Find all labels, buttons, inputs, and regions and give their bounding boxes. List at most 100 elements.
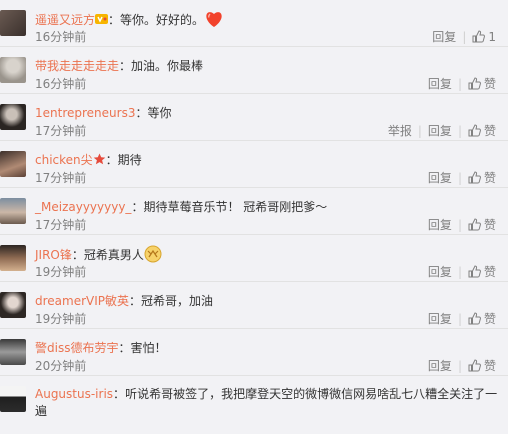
- avatar[interactable]: [0, 198, 26, 224]
- like-label: 赞: [483, 265, 496, 279]
- thumbs-up-icon: [468, 218, 481, 231]
- comment-username[interactable]: 遥遥又远方: [35, 13, 95, 27]
- like-button[interactable]: 1: [466, 30, 502, 44]
- avatar[interactable]: [0, 10, 26, 36]
- comment-actions: 回复 | 赞: [422, 357, 502, 374]
- comment-time: 16分钟前: [35, 30, 87, 44]
- comment-item: 警diss德布劳宇：害怕！ 20分钟前 回复 | 赞: [0, 329, 508, 376]
- comment-username[interactable]: _Meizayyyyyyy_: [35, 200, 131, 214]
- like-label: 赞: [483, 171, 496, 185]
- comment-sep: ：: [118, 341, 131, 355]
- like-button[interactable]: 赞: [462, 310, 502, 327]
- comment-line: chicken尖 ：期待: [35, 151, 500, 168]
- comment-line: 1entrepreneurs3：等你: [35, 104, 500, 121]
- comment-text: 等你。好好的。: [120, 13, 205, 27]
- like-label: 赞: [483, 77, 496, 91]
- like-button[interactable]: 赞: [462, 75, 502, 92]
- comment-line: 带我走走走走走：加油。你最棒: [35, 57, 500, 74]
- comment-item: Augustus-iris：听说希哥被签了，我把摩登天空的微博微信网易啥乱七八糟…: [0, 376, 508, 434]
- comment-actions: 回复 | 赞: [422, 263, 502, 280]
- reply-button[interactable]: 回复: [422, 216, 458, 233]
- comment-text: 加油。你最棒: [131, 59, 204, 73]
- thumbs-up-icon: [472, 30, 486, 43]
- like-button[interactable]: 赞: [462, 216, 502, 233]
- avatar[interactable]: [0, 339, 26, 365]
- comment-username[interactable]: 1entrepreneurs3: [35, 106, 135, 120]
- comment-text: 冠希哥，加油: [141, 294, 214, 308]
- reply-button[interactable]: 回复: [426, 28, 462, 45]
- comment-time: 16分钟前: [35, 77, 87, 91]
- comment-username[interactable]: dreamerVIP敏英: [35, 294, 129, 308]
- thumbs-up-icon: [468, 265, 481, 278]
- heart-emoji-icon: [204, 10, 224, 31]
- comment-username[interactable]: JIRO锋: [35, 248, 72, 262]
- avatar[interactable]: [0, 151, 26, 177]
- reply-button[interactable]: 回复: [422, 310, 458, 327]
- vip-badge-icon: [95, 13, 109, 28]
- comment-actions: 回复 | 赞: [422, 310, 502, 327]
- comment-time: 20分钟前: [35, 359, 87, 373]
- reply-button[interactable]: 回复: [422, 122, 458, 139]
- like-count: 1: [488, 29, 496, 44]
- like-button[interactable]: 赞: [462, 357, 502, 374]
- thumbs-up-icon: [468, 77, 481, 90]
- comment-actions: 回复 | 赞: [422, 75, 502, 92]
- comment-sep: ：: [71, 248, 84, 262]
- comment-item: _Meizayyyyyyy_：期待草莓音乐节！ 冠希哥刚把爹～ 17分钟前 回复…: [0, 188, 508, 235]
- reply-button[interactable]: 回复: [422, 263, 458, 280]
- comment-line: Augustus-iris：听说希哥被签了，我把摩登天空的微博微信网易啥乱七八糟…: [35, 386, 500, 420]
- comment-sep: ：: [129, 294, 142, 308]
- thumbs-up-icon: [468, 124, 481, 137]
- comment-item: JIRO锋：冠希真男人 19分钟前 回复 | 赞: [0, 235, 508, 282]
- comment-time: 17分钟前: [35, 171, 87, 185]
- comment-sep: ：: [131, 200, 144, 214]
- like-label: 赞: [483, 359, 496, 373]
- thumbs-up-icon: [468, 312, 481, 325]
- salute-emoji-icon: [144, 245, 162, 266]
- comment-sep: ：: [135, 106, 148, 120]
- comment-sep: ：: [113, 387, 126, 401]
- comment-item: 1entrepreneurs3：等你 17分钟前 举报 | 回复 | 赞: [0, 94, 508, 141]
- comment-text: 等你: [147, 106, 172, 120]
- comment-text: 期待草莓音乐节！ 冠希哥刚把爹～: [143, 200, 328, 214]
- comment-item: dreamerVIP敏英：冠希哥，加油 19分钟前 回复 | 赞: [0, 282, 508, 329]
- like-label: 赞: [483, 312, 496, 326]
- comment-username[interactable]: Augustus-iris: [35, 387, 113, 401]
- like-button[interactable]: 赞: [462, 263, 502, 280]
- comment-line: 警diss德布劳宇：害怕！: [35, 339, 500, 356]
- comment-actions: 回复 | 1: [426, 28, 502, 45]
- like-label: 赞: [483, 218, 496, 232]
- comment-actions: 回复 | 赞: [422, 169, 502, 186]
- like-button[interactable]: 赞: [462, 122, 502, 139]
- comment-time: 19分钟前: [35, 265, 87, 279]
- like-button[interactable]: 赞: [462, 169, 502, 186]
- comment-sep: ：: [119, 59, 132, 73]
- comment-username[interactable]: chicken尖: [35, 153, 93, 167]
- comment-item: 遥遥又远方 ：等你。好好的。 16分钟前 回复 | 1: [0, 0, 508, 47]
- thumbs-up-icon: [468, 359, 481, 372]
- comment-username[interactable]: 警diss德布劳宇: [35, 341, 118, 355]
- reply-button[interactable]: 回复: [422, 357, 458, 374]
- comment-text: 冠希真男人: [83, 248, 144, 262]
- comment-list: 遥遥又远方 ：等你。好好的。 16分钟前 回复 | 1 带我走走走走走：加油。你最…: [0, 0, 508, 434]
- comment-sep: ：: [108, 13, 121, 27]
- comment-username[interactable]: 带我走走走走走: [35, 59, 119, 73]
- comment-item: 带我走走走走走：加油。你最棒 16分钟前 回复 | 赞: [0, 47, 508, 94]
- comment-line: _Meizayyyyyyy_：期待草莓音乐节！ 冠希哥刚把爹～: [35, 198, 500, 215]
- reply-button[interactable]: 回复: [422, 75, 458, 92]
- comment-text: 期待: [117, 153, 142, 167]
- like-label: 赞: [483, 124, 496, 138]
- avatar[interactable]: [0, 292, 26, 318]
- comment-sep: ：: [105, 153, 118, 167]
- comment-actions: 回复 | 赞: [422, 216, 502, 233]
- comment-time: 17分钟前: [35, 218, 87, 232]
- reply-button[interactable]: 回复: [422, 169, 458, 186]
- avatar[interactable]: [0, 386, 26, 412]
- avatar[interactable]: [0, 104, 26, 130]
- comment-item: chicken尖 ：期待 17分钟前 回复 | 赞: [0, 141, 508, 188]
- avatar[interactable]: [0, 57, 26, 83]
- comment-line: dreamerVIP敏英：冠希哥，加油: [35, 292, 500, 309]
- avatar[interactable]: [0, 245, 26, 271]
- report-button[interactable]: 举报: [382, 122, 418, 139]
- thumbs-up-icon: [468, 171, 481, 184]
